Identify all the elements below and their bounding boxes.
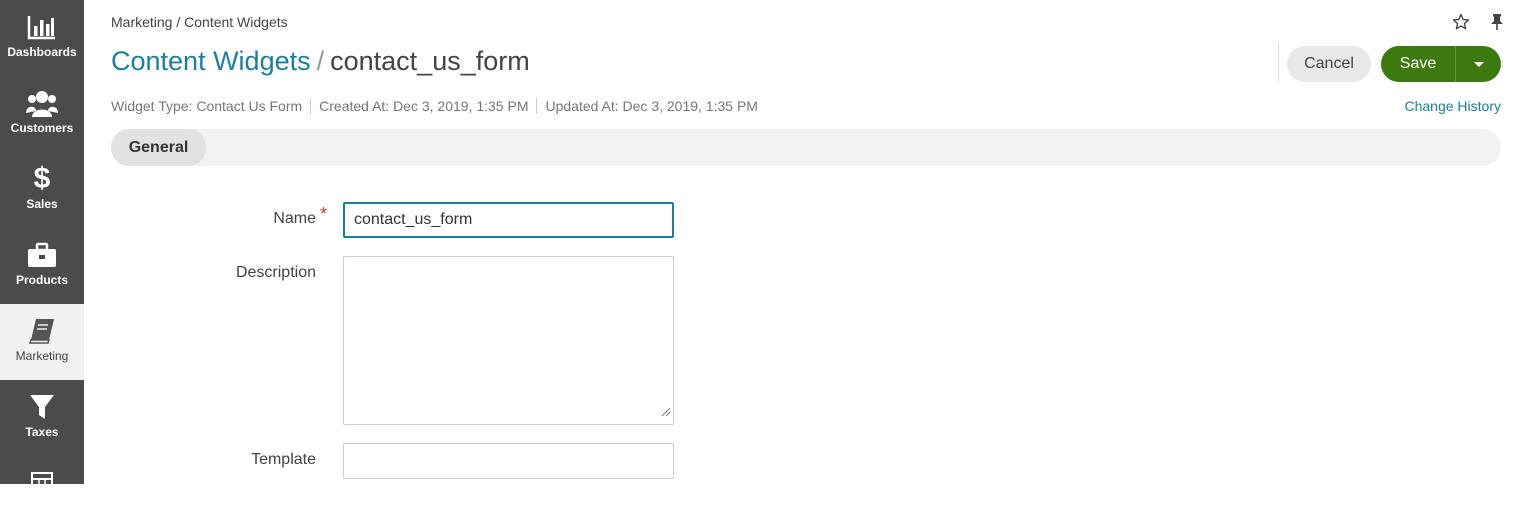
nav-label: Customers bbox=[10, 121, 74, 135]
nav-item-dashboards[interactable]: Dashboards bbox=[0, 0, 84, 76]
resize-handle-icon[interactable] bbox=[661, 404, 671, 422]
breadcrumb[interactable]: Marketing / Content Widgets bbox=[111, 14, 288, 30]
save-button[interactable]: Save bbox=[1381, 46, 1455, 82]
required-marker: * bbox=[320, 204, 328, 224]
nav-item-products[interactable]: Products bbox=[0, 228, 84, 304]
nav-label: Taxes bbox=[25, 425, 59, 439]
dollar-icon: $ bbox=[33, 162, 51, 195]
briefcase-icon bbox=[0, 240, 84, 270]
entity-link[interactable]: Content Widgets bbox=[111, 46, 311, 76]
nav-label: Products bbox=[15, 273, 68, 287]
nav-label: Sales bbox=[26, 197, 58, 211]
save-dropdown-button[interactable] bbox=[1455, 46, 1501, 82]
updated-at: Updated At: Dec 3, 2019, 1:35 PM bbox=[536, 98, 765, 114]
page-title: Content Widgets / contact_us_form bbox=[111, 46, 530, 77]
cancel-button[interactable]: Cancel bbox=[1287, 46, 1371, 82]
name-field[interactable] bbox=[343, 202, 674, 238]
title-separator: / bbox=[316, 46, 325, 76]
record-meta: Widget Type: Contact Us Form Created At:… bbox=[111, 98, 766, 114]
name-label: Name bbox=[273, 210, 316, 227]
created-at: Created At: Dec 3, 2019, 1:35 PM bbox=[310, 98, 536, 114]
tab-bar: General bbox=[111, 129, 1501, 166]
nav-item-sales[interactable]: $ Sales bbox=[0, 152, 84, 228]
filter-icon bbox=[0, 392, 84, 422]
action-divider bbox=[1278, 44, 1279, 82]
book-icon bbox=[0, 316, 84, 346]
users-icon bbox=[0, 88, 84, 118]
pin-icon[interactable] bbox=[1487, 12, 1507, 32]
nav-item-taxes[interactable]: Taxes bbox=[0, 380, 84, 456]
nav-label: Marketing bbox=[15, 349, 69, 363]
nav-item-customers[interactable]: Customers bbox=[0, 76, 84, 152]
tab-general[interactable]: General bbox=[111, 129, 206, 166]
nav-item-marketing[interactable]: Marketing bbox=[0, 304, 84, 380]
calculator-icon bbox=[0, 468, 84, 498]
caret-down-icon bbox=[1473, 57, 1485, 72]
description-field[interactable] bbox=[343, 256, 674, 425]
page-top-icons bbox=[1451, 12, 1507, 32]
nav-item-calculator[interactable] bbox=[0, 456, 84, 532]
widget-type: Widget Type: Contact Us Form bbox=[111, 98, 303, 114]
template-label: Template bbox=[251, 451, 316, 468]
star-icon[interactable] bbox=[1451, 12, 1471, 32]
bar-chart-icon bbox=[0, 12, 84, 42]
nav-label: Dashboards bbox=[7, 45, 77, 59]
template-field[interactable] bbox=[343, 443, 674, 479]
record-name: contact_us_form bbox=[330, 46, 530, 76]
description-label: Description bbox=[235, 264, 316, 281]
main-sidebar: Dashboards Customers $ Sales Products Ma… bbox=[0, 0, 84, 495]
change-history-link[interactable]: Change History bbox=[1405, 98, 1502, 114]
